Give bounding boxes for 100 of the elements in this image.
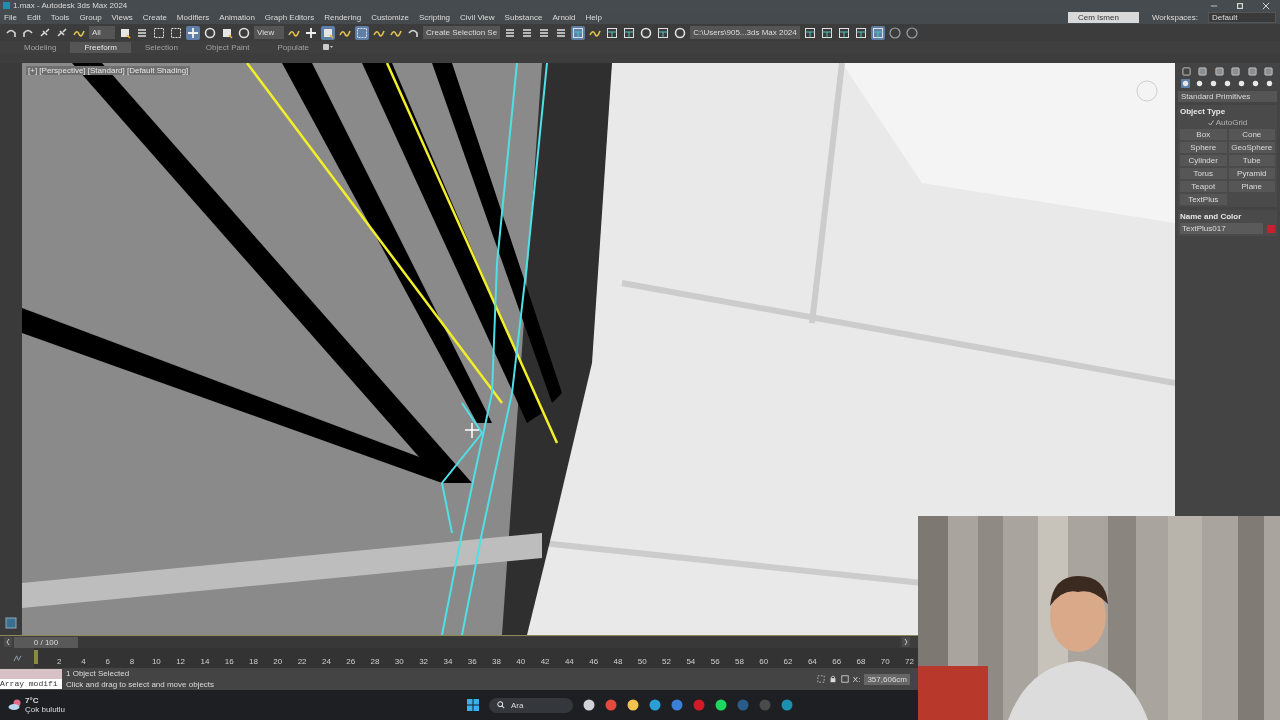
x-label: X: [852,674,861,684]
menu-item[interactable]: Scripting [418,13,451,22]
time-slider-track[interactable]: 0 / 100 [14,636,900,648]
primitive-button[interactable]: Teapot [1180,181,1227,192]
workspace-dropdown[interactable]: Default [1208,12,1276,23]
frame-number: 6 [104,657,111,666]
menu-item[interactable]: File [4,13,17,22]
search-field[interactable]: Ara [489,697,574,713]
menu-item[interactable]: Views [111,13,133,22]
menu-item[interactable]: Edit [26,13,41,22]
ribbon-tab[interactable]: Modeling [10,41,71,53]
menu-item[interactable]: Civil View [460,13,495,22]
app-icon [3,2,10,9]
menu-item[interactable]: Help [585,13,602,22]
menu-item[interactable]: Create [142,13,167,22]
rotate-icon[interactable] [203,25,217,40]
frame-number: 8 [128,657,136,666]
primitive-button[interactable]: Sphere [1180,142,1227,153]
frame-number: 56 [709,657,721,666]
frame-number: 16 [223,657,235,666]
frame-number: 4 [80,657,87,666]
frame-number: 28 [369,657,381,666]
ribbon-tab[interactable]: Populate [263,41,323,53]
frame-number: 46 [588,657,600,666]
frame-number: 32 [418,657,430,666]
primitive-button[interactable]: Cylinder [1180,155,1227,166]
menu-item[interactable]: Substance [504,13,543,22]
project-path-dropdown[interactable]: C:\Users\905...3ds Max 2024 [690,26,800,39]
lock-icon[interactable] [828,675,837,683]
x-coordinate-field[interactable]: 357,606cm [864,673,910,685]
frame-number: 38 [491,657,502,666]
color-swatch[interactable] [1267,224,1275,233]
ribbon-tab[interactable]: Freeform [70,41,131,53]
frame-number: 70 [879,657,891,666]
window-crossing-icon[interactable] [169,25,183,40]
previous-frame-button[interactable] [4,637,12,647]
primitive-button[interactable]: Pyramid [1228,168,1275,179]
viewport-label[interactable]: [+] [Perspective] [Standard] [Default Shading] [26,66,191,75]
restore-icon[interactable] [1236,1,1244,10]
rectangle-select-icon[interactable] [152,25,166,40]
crosshair-icon[interactable] [304,25,318,40]
menu-item[interactable]: Graph Editors [264,13,315,22]
frame-number: 54 [685,657,697,666]
start-icon[interactable] [467,699,479,711]
primitive-button[interactable]: GeoSphere [1228,142,1275,153]
frame-number: 30 [393,657,405,666]
frame-number: 34 [442,657,454,666]
frame-number: 12 [175,657,187,666]
account-dropdown[interactable]: Cem Ismen [1068,12,1139,23]
angle-snap-icon[interactable] [355,25,369,40]
frame-number: 64 [806,657,818,666]
menu-item[interactable]: Arnold [552,13,576,22]
menu-item[interactable]: Rendering [324,13,362,22]
menu-item[interactable]: Group [79,13,102,22]
primitive-button[interactable]: Tube [1228,155,1275,166]
menu-item[interactable]: Tools [50,13,70,22]
geometry-icon[interactable] [1180,79,1190,88]
primitive-button[interactable]: TextPlus [1180,194,1227,205]
object-name-field[interactable]: TextPlus017 [1180,223,1263,234]
selection-count: 1 Object Selected [66,669,131,678]
reference-coordinate-dropdown[interactable]: View [254,26,284,39]
primitive-button[interactable]: Cone [1228,129,1275,140]
selection-set-dropdown[interactable]: Create Selection Se [423,26,501,39]
frame-number: 68 [855,657,867,666]
help-icon[interactable] [887,25,902,40]
selection-filter-dropdown[interactable]: All [89,26,115,39]
ribbon-tab[interactable]: Selection [130,41,192,53]
next-frame-button[interactable] [902,637,910,647]
rollout-header[interactable]: Name and Color [1180,212,1275,221]
primitive-button[interactable]: Box [1180,129,1227,140]
menu-item[interactable]: Modifiers [176,13,210,22]
rollout-header[interactable]: Object Type [1180,107,1275,116]
weather-icon[interactable] [8,699,22,711]
move-icon[interactable] [186,25,200,40]
ribbon-options-icon[interactable] [323,44,333,50]
category-dropdown[interactable]: Standard Primitives [1178,91,1277,102]
weather-text: Çok bulutlu [25,705,66,714]
frame-number: 66 [831,657,843,666]
isolate-icon[interactable] [816,675,825,683]
menu-item[interactable]: Animation [219,13,255,22]
frame-number: 18 [248,657,259,666]
frame-marker[interactable] [34,650,38,664]
ribbon-tab[interactable]: Object Paint [191,41,264,53]
temperature-text: 7°C [25,696,40,705]
curve-toggle-icon[interactable] [12,654,22,662]
primitive-button[interactable]: Plane [1228,181,1275,192]
frame-number: 50 [636,657,648,666]
workspaces-label: Workspaces: [1151,13,1198,22]
primitive-button[interactable]: Torus [1180,168,1227,179]
menu-item[interactable]: Customize [371,13,409,22]
close-icon[interactable] [1262,1,1270,10]
frame-number: 26 [345,657,357,666]
frame-number: 42 [539,657,551,666]
listener-field[interactable] [0,669,62,679]
frame-number: 52 [661,657,672,666]
script-field[interactable]: Array modifi [0,679,62,689]
time-slider-thumb[interactable]: 0 / 100 [14,636,78,648]
frame-number: 20 [272,657,284,666]
frame-number: 44 [563,657,575,666]
frame-number: 36 [466,657,478,666]
